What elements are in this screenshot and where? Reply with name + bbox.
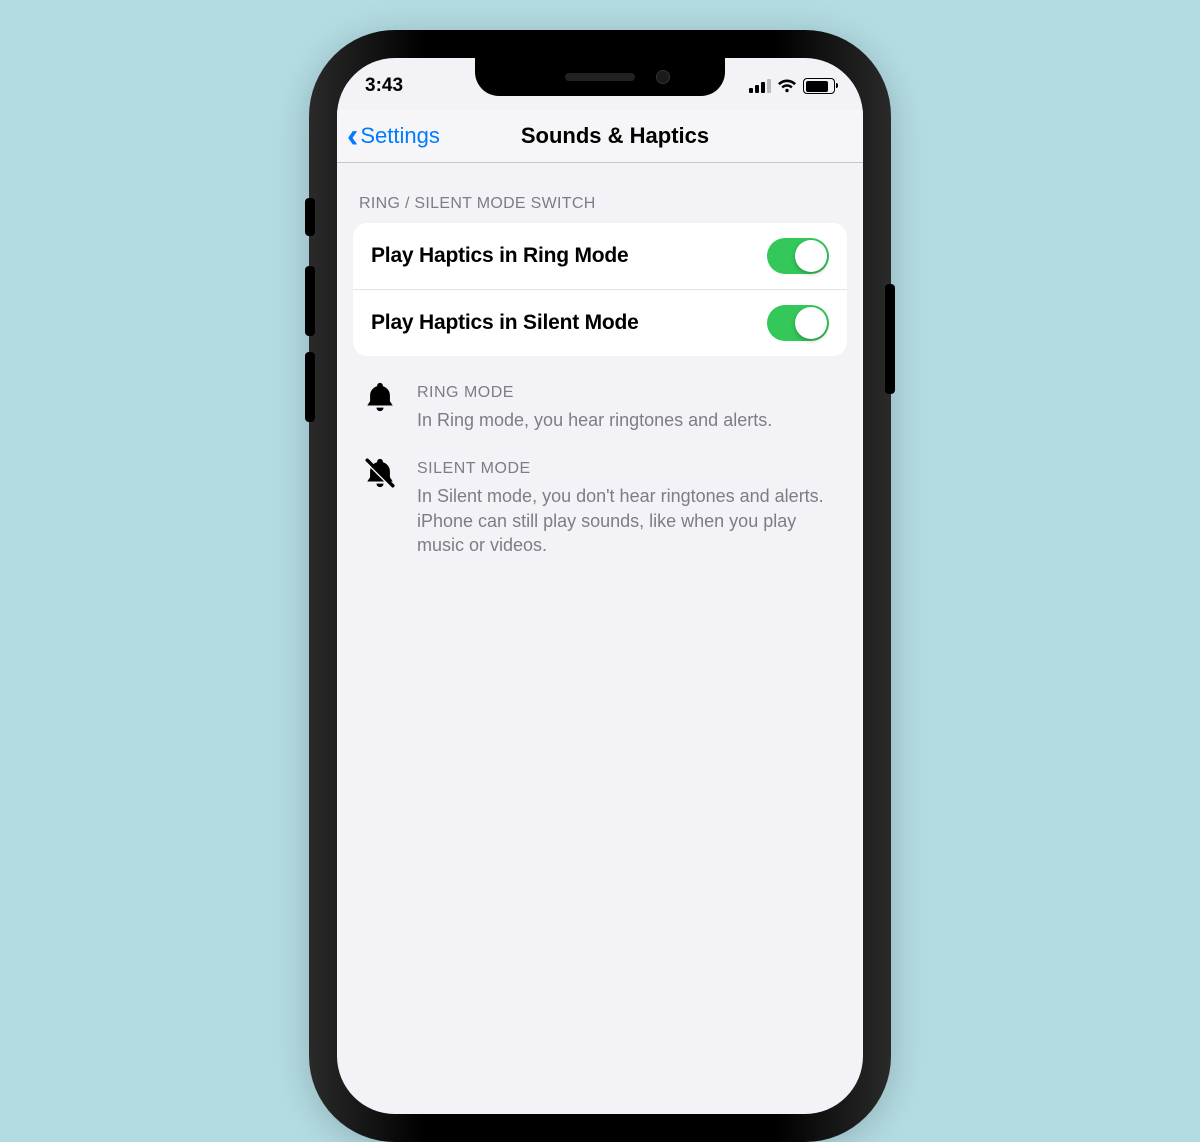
notch <box>475 58 725 96</box>
cellular-signal-icon <box>749 79 771 93</box>
row-haptics-ring-mode[interactable]: Play Haptics in Ring Mode <box>353 223 847 289</box>
content: RING / SILENT MODE SWITCH Play Haptics i… <box>337 163 863 557</box>
info-title: RING MODE <box>417 384 837 402</box>
toggle-haptics-ring-mode[interactable] <box>767 238 829 274</box>
wifi-icon <box>777 79 797 93</box>
toggle-knob <box>795 240 827 272</box>
toggle-haptics-silent-mode[interactable] <box>767 305 829 341</box>
screen: 3:43 ‹ Settings Sounds & Haptics RING / … <box>337 58 863 1114</box>
battery-icon <box>803 78 835 94</box>
back-button[interactable]: ‹ Settings <box>347 110 440 162</box>
speaker-grille <box>565 73 635 81</box>
volume-down-button <box>305 352 315 422</box>
mute-switch <box>305 198 315 236</box>
info-body: In Silent mode, you don't hear ringtones… <box>417 484 837 557</box>
back-label: Settings <box>360 123 440 149</box>
settings-group: Play Haptics in Ring Mode Play Haptics i… <box>353 223 847 356</box>
bell-icon <box>363 380 399 432</box>
row-haptics-silent-mode[interactable]: Play Haptics in Silent Mode <box>353 289 847 356</box>
volume-up-button <box>305 266 315 336</box>
toggle-knob <box>795 307 827 339</box>
info-title: SILENT MODE <box>417 460 837 478</box>
row-label: Play Haptics in Ring Mode <box>371 244 629 268</box>
nav-bar: ‹ Settings Sounds & Haptics <box>337 110 863 163</box>
info-silent-mode: SILENT MODE In Silent mode, you don't he… <box>337 432 863 557</box>
section-header: RING / SILENT MODE SWITCH <box>337 163 863 223</box>
bell-slash-icon <box>363 456 399 557</box>
status-indicators <box>749 78 835 94</box>
status-time: 3:43 <box>365 75 403 97</box>
info-ring-mode: RING MODE In Ring mode, you hear rington… <box>337 356 863 432</box>
info-body: In Ring mode, you hear ringtones and ale… <box>417 408 837 432</box>
phone-frame: 3:43 ‹ Settings Sounds & Haptics RING / … <box>315 36 885 1136</box>
power-button <box>885 284 895 394</box>
row-label: Play Haptics in Silent Mode <box>371 311 639 335</box>
front-camera <box>656 70 670 84</box>
page-title: Sounds & Haptics <box>521 123 709 149</box>
